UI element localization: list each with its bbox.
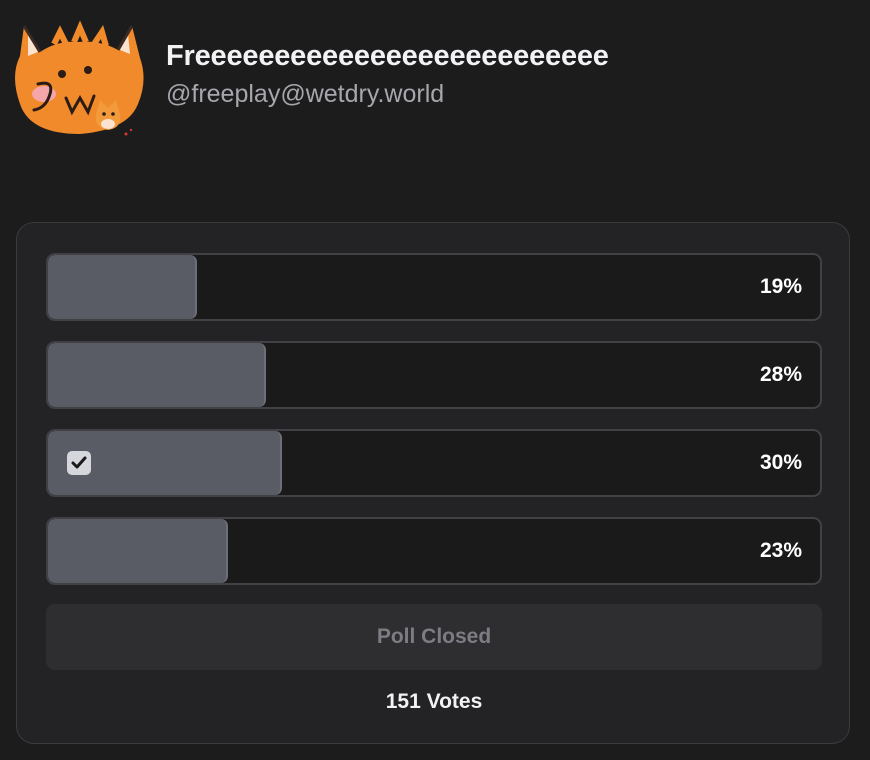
poll-option-percent: 28% [759, 363, 802, 386]
post-view: Freeeeeeeeeeeeeeeeeeeeeeeeee @freeplay@w… [0, 0, 870, 760]
poll-option-percent: 23% [759, 539, 802, 562]
poll-option-1[interactable]: 19% [46, 253, 822, 321]
display-name[interactable]: Freeeeeeeeeeeeeeeeeeeeeeeeee [166, 40, 609, 73]
poll-option-4[interactable]: 23% [46, 517, 822, 585]
checkmark-icon [67, 451, 91, 475]
poll-option-percent: 19% [759, 275, 802, 298]
poll-closed-button: Poll Closed [46, 604, 822, 670]
poll-option-2[interactable]: 28% [46, 341, 822, 409]
poll-option-bar [48, 519, 228, 583]
poll-option-bar [48, 255, 197, 319]
poll-option-percent: 30% [759, 451, 802, 474]
vote-count: 151 Votes [385, 690, 483, 713]
avatar[interactable] [14, 18, 144, 142]
poll-option-bar [48, 343, 267, 407]
account-handle[interactable]: @freeplay@wetdry.world [166, 80, 444, 109]
poll-card: 19% 28% 30% 23% Poll Closed 151 Votes [16, 222, 850, 744]
poll-option-3[interactable]: 30% [46, 429, 822, 497]
